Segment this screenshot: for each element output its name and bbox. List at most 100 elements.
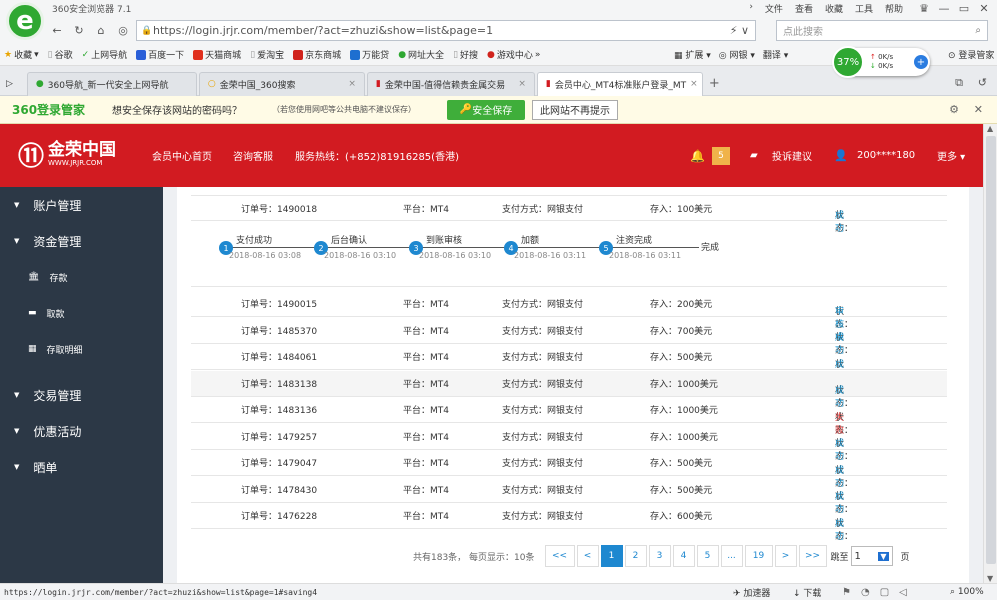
deposit-record: 订单号：1479047 平台：MT4 支付方式：网银支付 存入：500美元 状态： 成功 xyxy=(191,450,947,489)
sidebar-item-account[interactable]: ▼ 账户管理 xyxy=(0,187,163,223)
refresh-button[interactable]: ↻ xyxy=(70,22,88,40)
url-dropdown-icon[interactable]: ⚡ ∨ xyxy=(730,24,749,37)
status-icons[interactable]: ⚑◔▢◁ xyxy=(842,587,917,598)
close-tab-icon[interactable]: × xyxy=(518,79,526,89)
pager-page-4[interactable]: 4 xyxy=(672,545,695,567)
menu-favorites[interactable]: 收藏 xyxy=(825,2,843,15)
lock-icon: 🔒 xyxy=(141,25,153,36)
menu-file[interactable]: 文件 xyxy=(765,2,783,15)
url-field[interactable]: 🔒 https://login.jrjr.com/member/?act=zhu… xyxy=(136,20,756,41)
fav-haosou[interactable]: ▯ 好搜 xyxy=(453,48,478,62)
fav-games[interactable]: ● 游戏中心 » xyxy=(487,48,540,62)
tab-search[interactable]: ○ 金荣中国_360搜索 × xyxy=(198,71,365,96)
pager-last[interactable]: >> xyxy=(798,545,827,567)
step-time: 2018-08-16 03:10 xyxy=(324,251,397,260)
accelerator-button[interactable]: ✈ 加速器 xyxy=(733,586,770,599)
home-button[interactable]: ⌂ xyxy=(92,22,110,40)
sidebar-item-trading[interactable]: ▼ 交易管理 xyxy=(0,377,163,413)
order-number: 订单号：1476228 xyxy=(241,512,318,522)
tab-360-nav[interactable]: ● 360导航_新一代安全上网导航 xyxy=(26,71,197,96)
pager-page-3[interactable]: 3 xyxy=(648,545,671,567)
scroll-thumb[interactable] xyxy=(986,136,996,564)
sidebar-item-details[interactable]: ▦ 存取明细 xyxy=(0,331,163,367)
ebank-button[interactable]: ◎ 网银 ▾ xyxy=(719,48,755,61)
logo-text: 金荣中国 xyxy=(48,140,117,160)
step-label: 注资完成 xyxy=(616,236,653,246)
minimize-button[interactable]: — xyxy=(935,0,953,18)
undo-close-icon[interactable]: ↺ xyxy=(978,76,987,89)
pager-page-19[interactable]: 19 xyxy=(744,545,773,567)
search-icon[interactable]: ⌕ xyxy=(975,25,981,36)
skin-icon[interactable]: ♛ xyxy=(915,0,933,18)
download-icon: ↓ xyxy=(870,62,876,70)
tab-jrjr-home[interactable]: ▮ 金荣中国-值得信赖贵金属交易 × xyxy=(366,71,535,96)
fav-loan[interactable]: 万能贷 xyxy=(350,48,389,61)
pager-prev[interactable]: < xyxy=(576,545,599,567)
login-manager-link[interactable]: ⊙ 登录管家 xyxy=(948,48,994,61)
fav-sites[interactable]: ● 网址大全 xyxy=(398,48,444,62)
sidebar-item-withdraw[interactable]: ▬ 取款 xyxy=(0,295,163,331)
pager-first[interactable]: << xyxy=(544,545,575,567)
new-tab-button[interactable]: + xyxy=(709,76,720,91)
nav-member-home[interactable]: 会员中心首页 xyxy=(152,148,212,163)
status-bar: https://login.jrjr.com/member/?act=zhuzi… xyxy=(0,583,997,600)
menu-arrow-icon[interactable]: › xyxy=(749,2,753,15)
page-scrollbar[interactable]: ▲ ▼ xyxy=(983,124,997,583)
pager-page-1[interactable]: 1 xyxy=(600,545,623,567)
back-button[interactable]: ← xyxy=(48,22,66,40)
safe-save-button[interactable]: 🔑 安全保存 xyxy=(447,99,525,120)
extensions-button[interactable]: ▦ 扩展 ▾ xyxy=(674,48,711,61)
pager-next[interactable]: > xyxy=(774,545,797,567)
fav-tmall[interactable]: 天猫商城 xyxy=(193,48,241,61)
nav-icon: ✓ xyxy=(81,49,90,60)
pager-ellipsis: ... xyxy=(720,545,743,567)
user-account[interactable]: 200****180 xyxy=(857,150,915,161)
complaint-link[interactable]: 投诉建议 xyxy=(772,148,812,163)
scroll-up-icon[interactable]: ▲ xyxy=(987,124,993,133)
bell-icon[interactable]: 🔔 xyxy=(690,149,705,163)
status-url: https://login.jrjr.com/member/?act=zhuzi… xyxy=(4,587,318,597)
close-window-button[interactable]: ✕ xyxy=(975,0,993,18)
menu-view[interactable]: 查看 xyxy=(795,2,813,15)
jrjr-logo-icon: ⑪ xyxy=(18,142,45,172)
pager-page-5[interactable]: 5 xyxy=(696,545,719,567)
more-menu[interactable]: 更多 ▾ xyxy=(937,148,965,163)
download-button[interactable]: ↓ 下载 xyxy=(793,586,821,599)
page-select[interactable]: 1 ▼ xyxy=(850,546,893,566)
fav-google[interactable]: ▯ 谷歌 xyxy=(48,48,73,62)
sidebar-item-share[interactable]: ▼ 晒单 xyxy=(0,449,163,485)
network-meter[interactable]: 37% ↑ 0K/s ↓ 0K/s + xyxy=(832,46,930,78)
close-tab-icon[interactable]: × xyxy=(690,79,698,89)
search-field[interactable]: 点此搜索 ⌕ xyxy=(776,20,988,41)
speedup-icon[interactable]: + xyxy=(914,55,928,69)
notification-badge[interactable]: 5 xyxy=(712,146,730,165)
close-icon[interactable]: ✕ xyxy=(974,103,983,116)
nav-customer-service[interactable]: 咨询客服 xyxy=(233,148,273,163)
sidebar-item-promotions[interactable]: ▼ 优惠活动 xyxy=(0,413,163,449)
zoom-level[interactable]: ⌕ 100% xyxy=(950,587,984,597)
fav-taobao[interactable]: ▯ 爱淘宝 xyxy=(250,48,284,62)
site-logo[interactable]: ⑪ 金荣中国 WWW.JRJR.COM xyxy=(18,136,116,173)
search-input[interactable]: 点此搜索 xyxy=(783,23,823,38)
fav-collect[interactable]: ★ 收藏 ▾ xyxy=(4,48,39,62)
fav-jd[interactable]: 京东商城 xyxy=(293,48,341,61)
gear-icon[interactable]: ⚙ xyxy=(949,103,959,116)
fav-nav[interactable]: ✓ 上网导航 xyxy=(81,48,128,62)
never-ask-button[interactable]: 此网站不再提示 xyxy=(532,99,618,120)
sidebar-item-funds[interactable]: ▼ 资金管理 xyxy=(0,223,163,259)
ie-icon[interactable]: ◎ xyxy=(114,22,132,40)
fav-baidu[interactable]: 百度一下 xyxy=(136,48,184,61)
restore-tab-icon[interactable]: ⧉ xyxy=(955,76,963,90)
scroll-down-icon[interactable]: ▼ xyxy=(987,574,993,583)
menu-help[interactable]: 帮助 xyxy=(885,2,903,15)
close-tab-icon[interactable]: × xyxy=(348,79,356,89)
tab-member-center[interactable]: ▮ 会员中心_MT4标准账户登录_MT × xyxy=(536,71,703,96)
step-label: 到账审核 xyxy=(426,236,463,246)
menu-tools[interactable]: 工具 xyxy=(855,2,873,15)
order-number: 订单号：1485370 xyxy=(241,326,318,337)
pager-page-2[interactable]: 2 xyxy=(624,545,647,567)
sidebar-item-deposit[interactable]: 🏛 存款 xyxy=(0,259,163,295)
translate-button[interactable]: 翻译 ▾ xyxy=(763,48,788,61)
maximize-button[interactable]: ▭ xyxy=(955,0,973,18)
sidebar-toggle-icon[interactable]: ▷ xyxy=(6,79,13,89)
